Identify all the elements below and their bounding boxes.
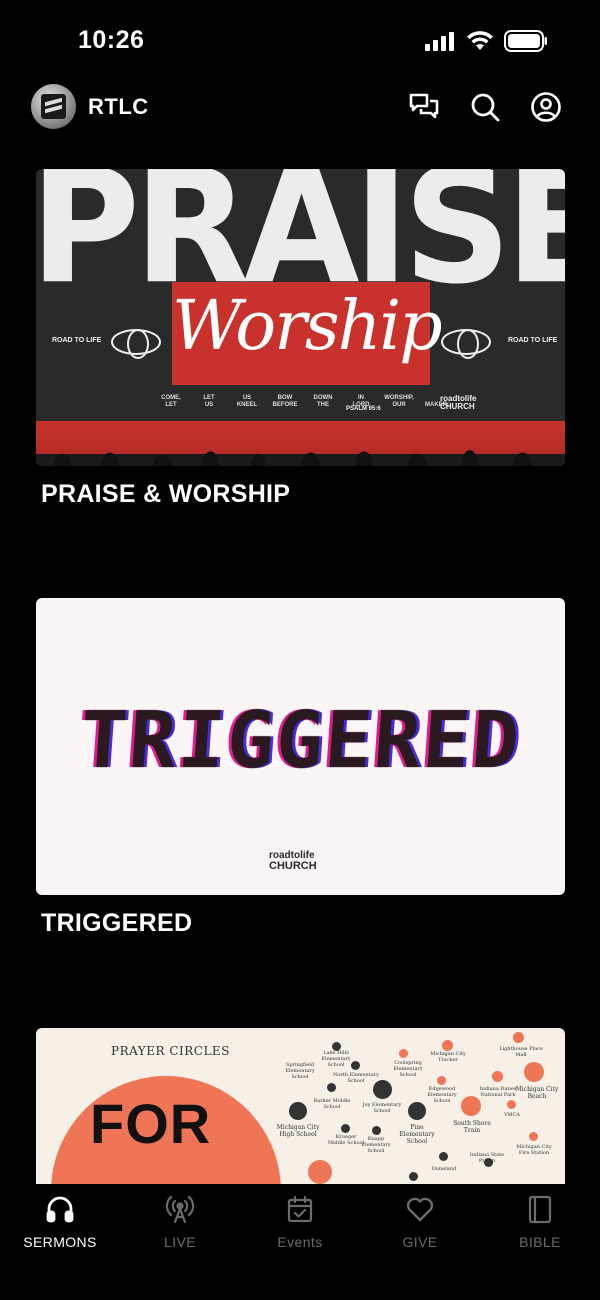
artwork-headline: TRIGGERED — [77, 696, 524, 786]
heart-icon — [406, 1197, 434, 1222]
profile-icon[interactable] — [530, 91, 562, 123]
app-title: RTLC — [88, 94, 149, 119]
tab-label: LIVE — [164, 1234, 196, 1250]
tab-sermons[interactable]: SERMONS — [0, 1194, 120, 1250]
artwork-crowd — [36, 421, 565, 466]
artwork-heading: PRAYER CIRCLES — [111, 1044, 230, 1058]
tab-bible[interactable]: BIBLE — [480, 1194, 600, 1250]
app-logo[interactable] — [31, 84, 76, 129]
tab-live[interactable]: LIVE — [120, 1194, 240, 1250]
battery-icon — [504, 30, 547, 52]
broadcast-icon — [165, 1195, 195, 1224]
sermon-card-triggered[interactable]: TRIGGERED roadtolife CHURCH — [36, 598, 565, 895]
chat-icon[interactable] — [408, 91, 440, 123]
artwork-big-text: FOR — [90, 1092, 212, 1155]
status-time: 10:26 — [78, 26, 145, 54]
calendar-icon — [287, 1195, 313, 1223]
sermon-title[interactable]: TRIGGERED — [41, 909, 192, 938]
artwork-script: Worship — [172, 287, 443, 366]
tab-give[interactable]: GIVE — [360, 1194, 480, 1250]
signal-icon — [425, 32, 454, 51]
sermon-card-praise-worship[interactable]: PRAISE & Worship ROAD TO LIFE ROAD TO LI… — [36, 169, 565, 466]
header-actions — [408, 91, 562, 123]
artwork-side-label-right: ROAD TO LIFE — [508, 337, 558, 344]
book-icon — [528, 1195, 552, 1224]
tab-label: Events — [277, 1234, 323, 1250]
tab-label: BIBLE — [519, 1234, 561, 1250]
sermon-card-prayer-circles[interactable]: PRAYER CIRCLES FOR Lake Hills Elementary… — [36, 1028, 565, 1188]
artwork-verse-ref: PSALM 95:6 — [346, 406, 381, 412]
globe-icon — [441, 329, 491, 359]
globe-icon — [111, 329, 161, 359]
tab-label: SERMONS — [23, 1234, 97, 1250]
app-header: RTLC — [0, 80, 600, 134]
wifi-icon — [467, 31, 493, 50]
tab-events[interactable]: Events — [240, 1194, 360, 1250]
search-icon[interactable] — [469, 91, 501, 123]
artwork-verse: COME, LET US BOW DOWN IN WORSHIP, LET US KNEEL BE… — [161, 395, 449, 408]
headphones-icon — [46, 1196, 74, 1223]
bottom-tab-bar: SERMONS LIVE Events GIVE BIBLE — [0, 1184, 600, 1300]
church-logo: roadtolife CHURCH — [269, 850, 317, 872]
tab-label: GIVE — [402, 1234, 438, 1250]
sermon-title[interactable]: PRAISE & WORSHIP — [41, 480, 290, 509]
status-bar: 10:26 — [0, 0, 600, 80]
artwork-side-label-left: ROAD TO LIFE — [52, 337, 102, 344]
church-logo: roadtolife CHURCH — [440, 394, 477, 411]
status-icons — [424, 30, 548, 52]
